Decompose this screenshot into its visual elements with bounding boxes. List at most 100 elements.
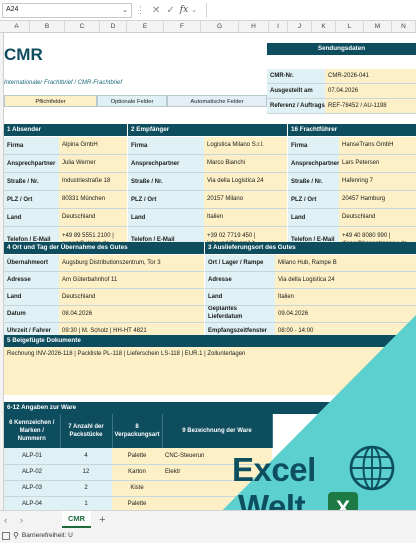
field-value[interactable]: 20157 Milano (204, 191, 287, 208)
add-sheet-button[interactable]: + (99, 514, 105, 526)
table-cell[interactable]: Kiste (112, 480, 163, 497)
field-value[interactable]: REF-78452 / AU-1198 (325, 99, 416, 113)
name-box-value: A24 (6, 5, 19, 13)
column-header[interactable]: E (127, 21, 164, 33)
field-label: Firma (4, 137, 59, 154)
takeover-block: Übernahmeort Augsburg Distributionszentru… (4, 255, 204, 340)
chevron-right-icon[interactable]: › (20, 515, 32, 525)
function-icon[interactable]: fx (180, 5, 188, 15)
field-label: Firma (128, 137, 204, 154)
field-label: Firma (288, 137, 339, 154)
column-header: 7 Anzahl der Packstücke (60, 414, 113, 448)
field-label: PLZ / Ort (288, 191, 339, 208)
field-value[interactable]: Alpina GmbH (59, 137, 127, 154)
accessibility-icon[interactable]: ⚲ (13, 531, 19, 540)
column-header[interactable]: B (30, 21, 65, 33)
field-value[interactable]: 20457 Hamburg (339, 191, 416, 208)
field-value[interactable]: Logistica Milano S.r.l. (204, 137, 287, 154)
legend-optional: Optionale Felder (97, 95, 167, 107)
table-cell[interactable]: 1 (60, 496, 112, 510)
field-value[interactable]: 08.04.2026 (59, 306, 204, 322)
field-value[interactable]: Via della Logistica 24 (275, 272, 416, 288)
column-header[interactable]: N (392, 21, 416, 33)
worksheet[interactable]: CMR Internationaler Frachtbrief / CMR-Fr… (4, 33, 416, 510)
table-cell[interactable]: 2 (60, 480, 112, 497)
field-value[interactable]: Industriestraße 18 (59, 173, 127, 190)
sheet-tab-cmr[interactable]: CMR (62, 511, 92, 528)
field-value[interactable]: Marco Bianchi (204, 155, 287, 172)
field-label: Land (205, 289, 275, 305)
accessibility-status[interactable]: Barrierefreiheit: U (22, 532, 73, 539)
status-bar: ⚲ Barrierefreiheit: U (0, 528, 416, 543)
field-value[interactable]: 07.04.2026 (325, 84, 416, 98)
column-header: 8 Verpackungsart (112, 414, 163, 448)
field-value[interactable]: Italien (275, 289, 416, 305)
field-value[interactable]: Deutschland (339, 209, 416, 226)
column-header[interactable]: F (164, 21, 201, 33)
field-label: Land (288, 209, 339, 226)
column-header[interactable]: K (312, 21, 336, 33)
table-cell[interactable]: ALP-01 (4, 448, 60, 465)
field-value[interactable]: Italien (204, 209, 287, 226)
column-header[interactable]: M (364, 21, 392, 33)
column-header[interactable]: H (239, 21, 269, 33)
field-value[interactable]: Via della Logistica 24 (204, 173, 287, 190)
table-cell[interactable]: ALP-04 (4, 496, 60, 510)
column-header[interactable]: I (269, 21, 288, 33)
field-label: Land (4, 289, 59, 305)
section-header-carrier: 16 Frachtführer (287, 124, 416, 136)
column-header: 9 Bezeichnung der Ware (162, 414, 273, 448)
confirm-icon[interactable]: ✓ (166, 5, 174, 16)
column-header[interactable]: G (201, 21, 239, 33)
field-value[interactable]: CMR-2026-041 (325, 69, 416, 83)
field-label: Ort / Lager / Rampe (205, 255, 275, 271)
field-value[interactable]: 09.04.2026 (275, 306, 416, 322)
drag-handle-icon[interactable]: ⋮ (136, 5, 145, 16)
column-header[interactable]: C (65, 21, 100, 33)
field-value[interactable]: Deutschland (59, 209, 127, 226)
name-box[interactable]: A24 ⌄ (2, 2, 132, 18)
field-value[interactable]: Lars Petersen (339, 155, 416, 172)
column-header-bar: A B C D E F G H I J K L M N (0, 21, 416, 33)
field-value[interactable]: Am Güterbahnhof 11 (59, 272, 204, 288)
table-cell[interactable]: Palette (112, 448, 163, 465)
field-label: PLZ / Ort (128, 191, 204, 208)
cancel-icon[interactable]: ✕ (152, 5, 160, 16)
page-title: CMR (4, 45, 43, 64)
field-value[interactable]: Milano Hub, Rampe B (275, 255, 416, 271)
field-label: Ansprechpartner (288, 155, 339, 172)
section-header-takeover: 4 Ort und Tag der Übernahme des Gutes (4, 242, 204, 254)
sender-block: Firma Alpina GmbH Ansprechpartner Julia We… (4, 137, 127, 254)
column-header[interactable]: D (100, 21, 127, 33)
field-value[interactable]: HanseTrans GmbH (339, 137, 416, 154)
shipment-data-block: Sendungsdaten CMR-Nr. CMR-2026-041 Ausges… (267, 43, 416, 114)
column-header[interactable]: A (4, 21, 30, 33)
brand-word-excel: Excel (232, 451, 316, 488)
table-cell[interactable]: ALP-02 (4, 464, 60, 481)
field-label: Adresse (4, 272, 59, 288)
field-label: Ansprechpartner (4, 155, 59, 172)
field-value[interactable]: Hafenring 7 (339, 173, 416, 190)
column-header[interactable]: L (336, 21, 364, 33)
table-cell[interactable]: 4 (60, 448, 112, 465)
chevron-down-icon[interactable]: ⌄ (122, 6, 128, 14)
field-value[interactable]: Deutschland (59, 289, 204, 305)
field-label: Übernahmeort (4, 255, 59, 271)
field-label: Land (4, 209, 59, 226)
chevron-left-icon[interactable]: ‹ (4, 515, 16, 525)
table-cell[interactable]: Palette (112, 496, 163, 510)
field-value[interactable]: Augsburg Distributionszentrum, Tor 3 (59, 255, 204, 271)
field-value[interactable]: 80331 München (59, 191, 127, 208)
field-label: Straße / Nr. (288, 173, 339, 190)
table-cell[interactable]: ALP-03 (4, 480, 60, 497)
formula-input[interactable] (206, 2, 416, 18)
field-value[interactable]: Julia Werner (59, 155, 127, 172)
section-header-consignee: 2 Empfänger (127, 124, 287, 136)
table-cell[interactable]: 12 (60, 464, 112, 481)
table-cell[interactable]: Karton (112, 464, 163, 481)
sheet-tab-bar: ‹ › CMR + (0, 510, 416, 528)
field-label: Ansprechpartner (128, 155, 204, 172)
chevron-down-icon[interactable]: ⌄ (191, 6, 197, 14)
documents-field[interactable]: Rechnung INV-2026-118 | Packliste PL-118… (4, 347, 416, 395)
column-header[interactable]: J (288, 21, 312, 33)
